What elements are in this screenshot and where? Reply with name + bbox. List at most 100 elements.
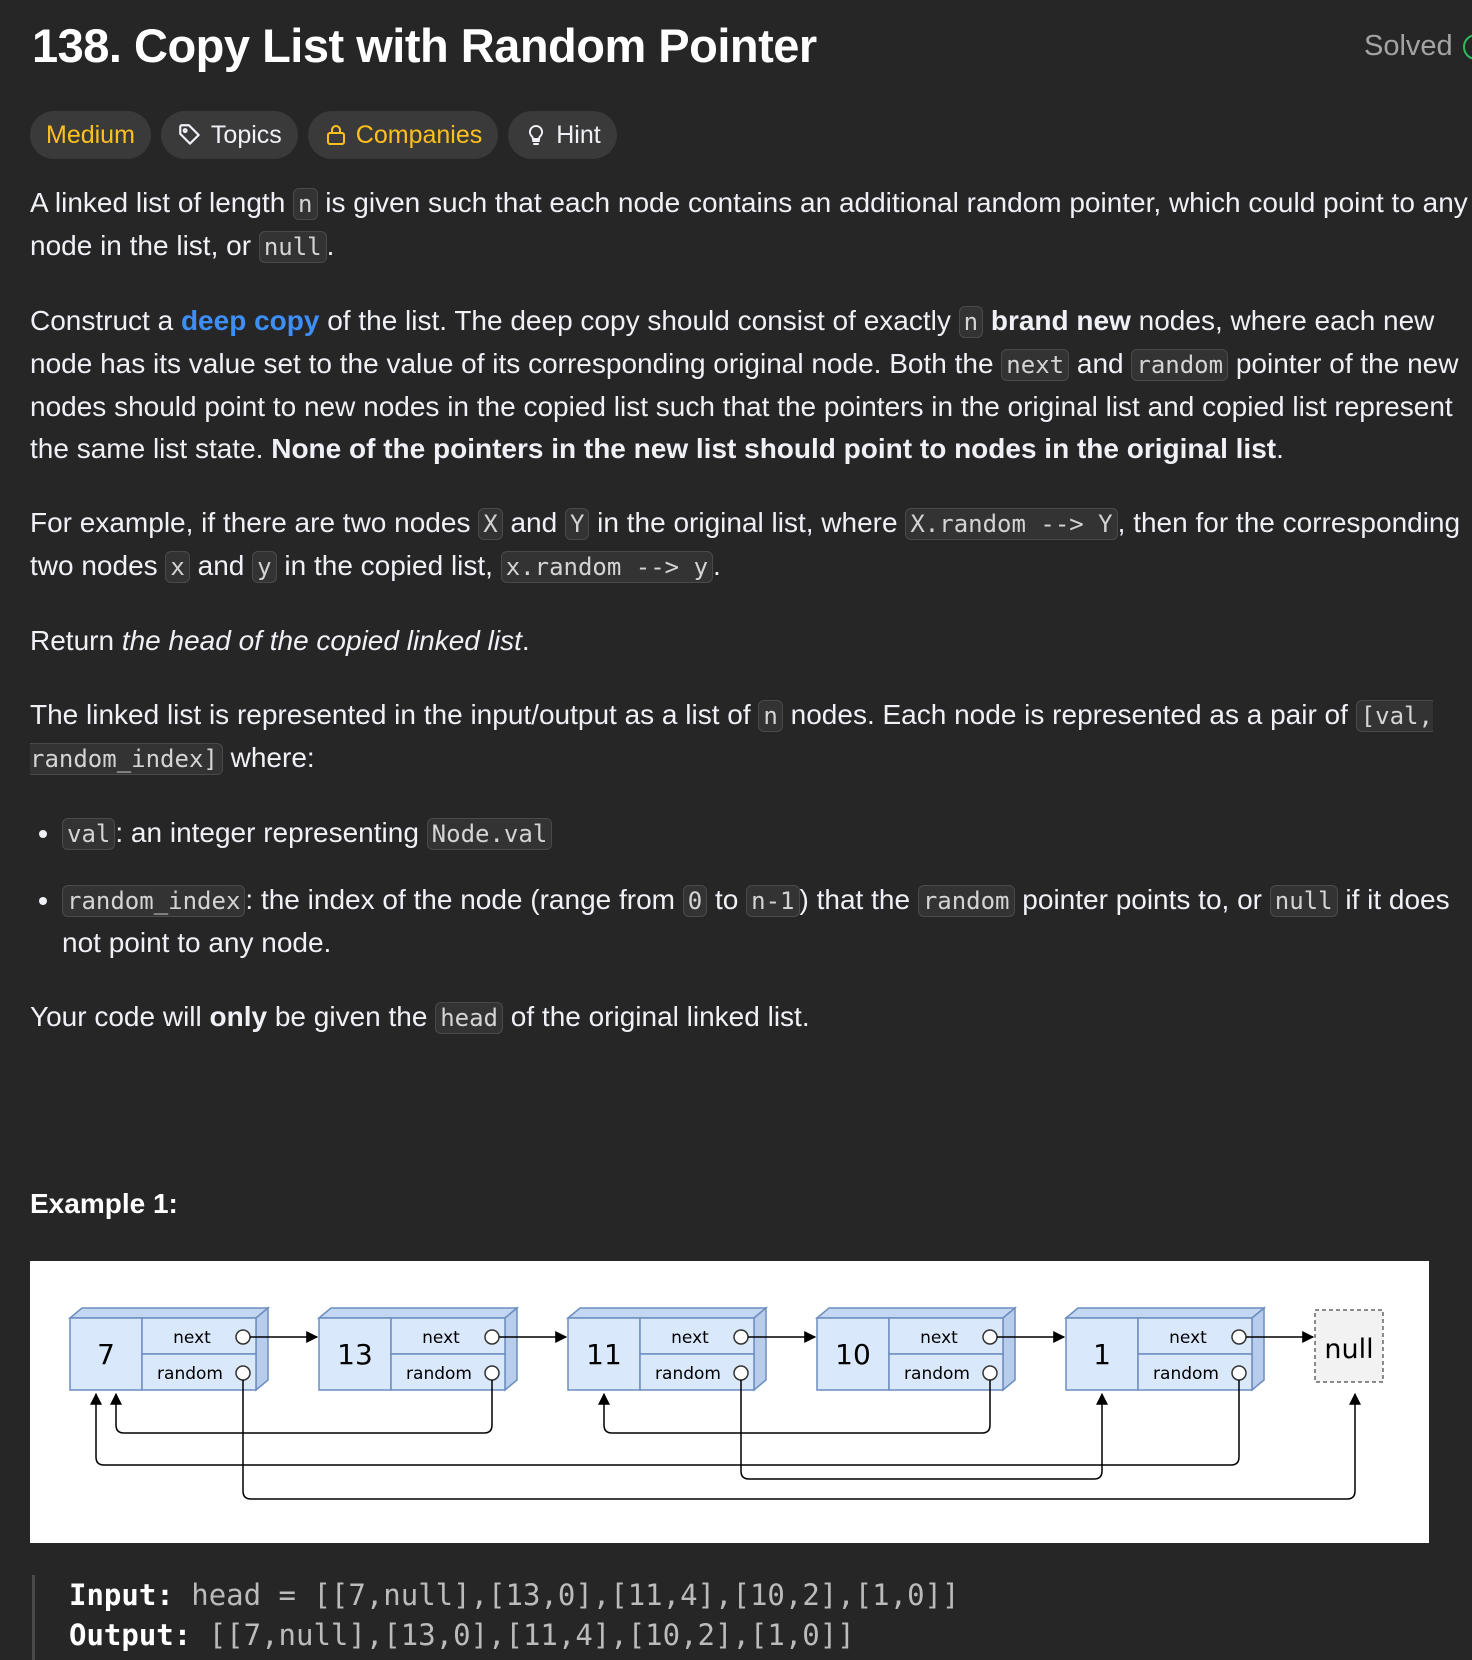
output-line: Output: [[7,null],[13,0],[11,4],[10,2],[… <box>69 1615 1432 1655</box>
text: of the list. The deep copy should consis… <box>319 305 959 336</box>
node-next-label: next <box>1169 1328 1207 1348</box>
inline-code: y <box>252 551 277 583</box>
representation-list: val: an integer representing Node.val ra… <box>30 812 1470 964</box>
node-next-label: next <box>422 1328 460 1348</box>
problem-tags: Medium Topics Companies Hint <box>30 111 617 159</box>
text: in the copied list, <box>276 550 501 581</box>
topics-button[interactable]: Topics <box>160 111 298 159</box>
description-paragraph-3: For example, if there are two nodes X an… <box>30 502 1470 588</box>
bold-text: only <box>209 1001 268 1032</box>
output-value: [[7,null],[13,0],[11,4],[10,2],[1,0]] <box>208 1618 855 1652</box>
node-top-face <box>565 1307 769 1319</box>
deep-copy-link[interactable]: deep copy <box>181 305 319 336</box>
inline-code: random <box>1131 349 1229 381</box>
node-next-label: next <box>173 1328 211 1348</box>
text: ) that the <box>799 884 918 915</box>
node-value: 10 <box>835 1338 871 1371</box>
next-port <box>484 1329 500 1345</box>
node-top-face <box>316 1307 520 1319</box>
next-port <box>1231 1329 1247 1345</box>
node-side-face <box>1251 1306 1265 1392</box>
inline-code: n <box>958 306 984 338</box>
text: and <box>502 507 565 538</box>
linked-list-diagram: 7 next random 13 next random 11 next random 10 nex… <box>67 1306 1384 1500</box>
inline-code: null <box>258 231 327 263</box>
random-arrow <box>242 1380 1361 1500</box>
text: For example, if there are two nodes <box>30 507 479 538</box>
problem-description: A linked list of length n is given such … <box>30 182 1470 1071</box>
input-line: Input: head = [[7,null],[13,0],[11,4],[1… <box>69 1575 1432 1615</box>
output-label: Output: <box>69 1618 192 1652</box>
text: pointer points to, or <box>1014 884 1270 915</box>
text: Your code will <box>30 1001 210 1032</box>
random-port <box>1231 1365 1247 1381</box>
node-top-face <box>814 1307 1018 1319</box>
text: : the index of the node (range from <box>245 884 683 915</box>
input-value: head = [[7,null],[13,0],[11,4],[10,2],[1… <box>191 1578 960 1612</box>
text: Return <box>30 625 122 656</box>
inline-code: Y <box>564 508 590 540</box>
text: nodes. Each node is represented as a pai… <box>782 699 1356 730</box>
random-arrow <box>90 1380 1240 1466</box>
node-side-face <box>255 1306 269 1392</box>
inline-code: X.random --> Y <box>905 508 1118 540</box>
text: . <box>326 230 335 261</box>
node-random-label: random <box>1153 1364 1219 1384</box>
node-side-face <box>753 1306 767 1392</box>
inline-code: n-1 <box>746 885 800 917</box>
companies-button[interactable]: Companies <box>307 111 499 159</box>
text: be given the <box>267 1001 436 1032</box>
text: A linked list of length <box>30 187 294 218</box>
example-title: Example 1: <box>30 1188 178 1219</box>
inline-code: 0 <box>682 885 708 917</box>
text: Construct a <box>30 305 181 336</box>
tag-icon <box>179 124 200 145</box>
inline-code: Node.val <box>426 818 553 850</box>
italic-text: the head of the copied linked list <box>121 625 522 656</box>
node-next-label: next <box>920 1328 958 1348</box>
topics-label: Topics <box>210 120 282 149</box>
node-random-label: random <box>655 1364 721 1384</box>
node-side-face <box>504 1306 518 1392</box>
text: . <box>713 550 721 581</box>
text: where: <box>222 742 315 773</box>
node-value: 11 <box>586 1338 622 1371</box>
text: in the original list, where <box>589 507 906 538</box>
text: . <box>1276 433 1284 464</box>
hint-button[interactable]: Hint <box>508 111 617 159</box>
text: of the original linked list. <box>503 1001 810 1032</box>
inline-code: n <box>758 700 783 732</box>
random-port <box>733 1365 749 1381</box>
random-port <box>235 1365 251 1381</box>
example-diagram: 7 next random 13 next random 11 next random 10 nex… <box>30 1261 1429 1543</box>
bold-text: brand new <box>990 305 1131 336</box>
text: . <box>521 625 530 656</box>
description-paragraph-4: Return the head of the copied linked lis… <box>30 620 1470 662</box>
node-random-label: random <box>157 1364 223 1384</box>
random-port <box>484 1365 500 1381</box>
text: and <box>1069 348 1132 379</box>
difficulty-badge: Medium <box>30 111 151 159</box>
input-label: Input: <box>69 1578 174 1612</box>
inline-code: random_index <box>62 885 246 917</box>
text: and <box>189 550 253 581</box>
list-item: val: an integer representing Node.val <box>62 812 1470 855</box>
description-paragraph-5: The linked list is represented in the in… <box>30 694 1470 780</box>
node-random-label: random <box>406 1364 472 1384</box>
bold-text: None of the pointers in the new list sho… <box>271 433 1277 464</box>
null-label: null <box>1324 1334 1373 1365</box>
inline-code: head <box>435 1002 503 1034</box>
inline-code: x.random --> y <box>500 551 714 583</box>
solved-label: Solved <box>1364 30 1453 62</box>
problem-title: 138. Copy List with Random Pointer <box>32 19 817 72</box>
node-value: 7 <box>97 1338 115 1371</box>
lightbulb-icon <box>529 124 544 145</box>
inline-code: next <box>1001 349 1070 381</box>
description-paragraph-1: A linked list of length n is given such … <box>30 182 1470 268</box>
node-value: 1 <box>1093 1338 1111 1371</box>
inline-code: random <box>917 885 1015 917</box>
node-next-label: next <box>671 1328 709 1348</box>
next-port <box>235 1329 251 1345</box>
text <box>983 305 991 336</box>
solved-status: Solved <box>1364 30 1472 63</box>
